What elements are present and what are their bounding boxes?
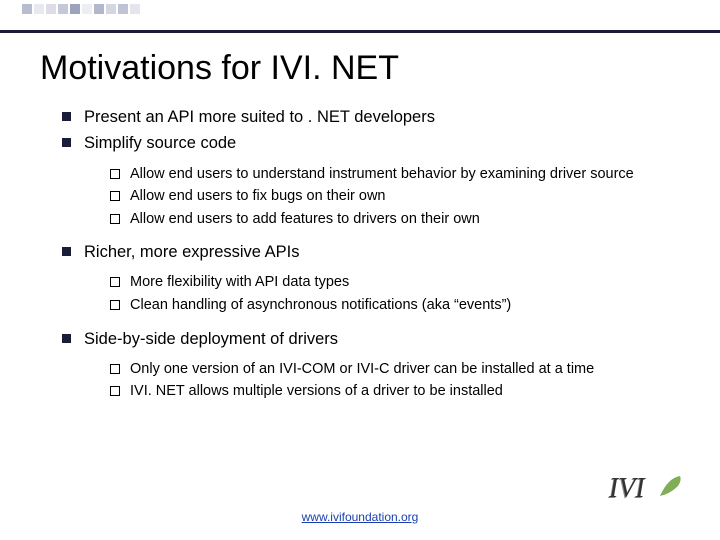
bullet-level2: More flexibility with API data types xyxy=(110,273,680,293)
bullet-level2: Allow end users to understand instrument… xyxy=(110,165,680,185)
deco-square xyxy=(70,4,80,14)
deco-square xyxy=(94,4,104,14)
bullet-text: Side-by-side deployment of drivers xyxy=(84,330,338,348)
deco-square xyxy=(118,4,128,14)
bullet-level2: Clean handling of asynchronous notificat… xyxy=(110,296,680,316)
bullet-level1: Side-by-side deployment of drivers Only o… xyxy=(62,328,680,402)
slide-title: Motivations for IVI. NET xyxy=(40,49,680,88)
bullet-level2: Allow end users to fix bugs on their own xyxy=(110,187,680,207)
deco-square xyxy=(34,4,44,14)
deco-square xyxy=(58,4,68,14)
bullet-text: Richer, more expressive APIs xyxy=(84,243,300,261)
bullet-level2: Allow end users to add features to drive… xyxy=(110,210,680,230)
deco-square xyxy=(22,4,32,14)
bullet-level2: Only one version of an IVI-COM or IVI-C … xyxy=(110,360,680,380)
sub-bullet-list: More flexibility with API data types Clea… xyxy=(84,273,680,315)
bullet-level1: Simplify source code Allow end users to u… xyxy=(62,132,680,229)
slide-body: Motivations for IVI. NET Present an API … xyxy=(0,43,720,402)
deco-square xyxy=(106,4,116,14)
footer: www.ivifoundation.org xyxy=(0,508,720,526)
top-decoration xyxy=(0,0,720,30)
ivi-logo: IVI IVI xyxy=(604,468,692,510)
deco-square xyxy=(130,4,140,14)
deco-square xyxy=(46,4,56,14)
bullet-list: Present an API more suited to . NET deve… xyxy=(40,106,680,402)
footer-link[interactable]: www.ivifoundation.org xyxy=(302,510,419,524)
leaf-icon xyxy=(660,476,681,496)
deco-squares xyxy=(22,4,142,14)
title-rule xyxy=(0,30,720,33)
sub-bullet-list: Allow end users to understand instrument… xyxy=(84,165,680,230)
bullet-level1: Present an API more suited to . NET deve… xyxy=(62,106,680,128)
logo-text-front: IVI xyxy=(608,473,646,504)
bullet-text: Simplify source code xyxy=(84,134,236,152)
deco-square xyxy=(82,4,92,14)
bullet-level2: IVI. NET allows multiple versions of a d… xyxy=(110,382,680,402)
bullet-text: Present an API more suited to . NET deve… xyxy=(84,108,435,126)
bullet-level1: Richer, more expressive APIs More flexibi… xyxy=(62,241,680,315)
sub-bullet-list: Only one version of an IVI-COM or IVI-C … xyxy=(84,360,680,402)
